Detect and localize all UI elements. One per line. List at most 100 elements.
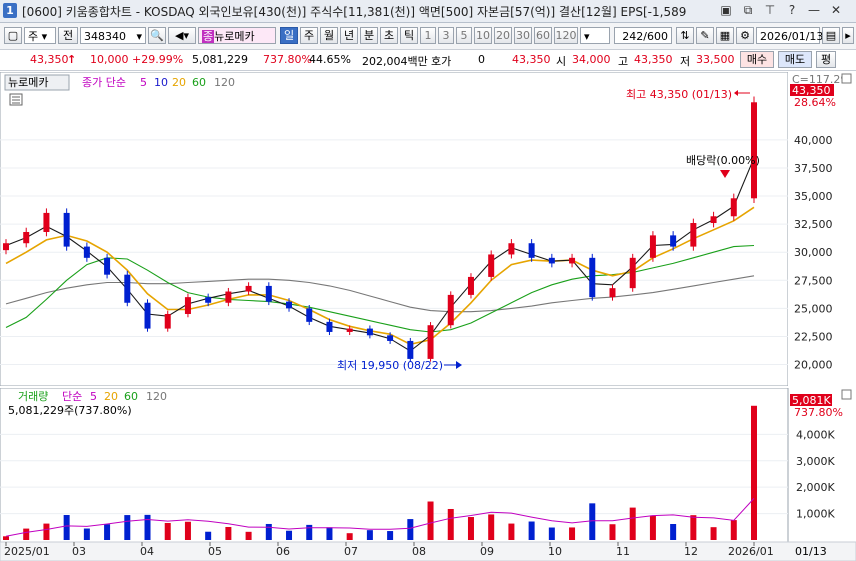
candle-body xyxy=(427,325,434,359)
volume-ma120: 120 xyxy=(146,390,167,403)
price-pane-scroll-icon[interactable] xyxy=(841,73,852,84)
volume-bar xyxy=(104,524,111,540)
legend-ma-title: 종가 단순 xyxy=(82,76,126,89)
volume-bar xyxy=(265,523,272,540)
legend-stock-name[interactable]: 뉴로메카 xyxy=(8,76,48,89)
settings-icon[interactable]: ⚙ xyxy=(736,27,754,44)
candle-body xyxy=(205,297,212,303)
volume-bar xyxy=(488,514,495,540)
average-button[interactable]: 평 xyxy=(816,51,836,68)
candle-body xyxy=(589,257,596,298)
candle-body xyxy=(730,198,737,217)
market-select[interactable]: 주 ▾ xyxy=(24,27,56,44)
date-field[interactable]: 2026/01/13 xyxy=(756,27,823,44)
help-icon[interactable]: ? xyxy=(784,3,800,18)
grid-icon[interactable]: ▦ xyxy=(716,27,734,44)
volume-bar xyxy=(124,515,131,540)
candle-body xyxy=(366,328,373,336)
interval-1[interactable]: 1 xyxy=(420,27,436,44)
data-count-field[interactable]: 242/600 xyxy=(614,27,672,44)
close-icon[interactable]: ✕ xyxy=(828,3,844,18)
candle-body xyxy=(407,340,414,359)
volume-bar xyxy=(43,523,50,540)
volume-bar xyxy=(23,528,30,540)
volume-ma60: 60 xyxy=(124,390,138,403)
high-label: 고 xyxy=(618,55,629,68)
stock-badge: 종 xyxy=(202,30,215,43)
period-day-tab[interactable]: 일 xyxy=(280,27,298,44)
calendar-icon[interactable]: ▤ xyxy=(822,27,840,44)
interval-30[interactable]: 30 xyxy=(514,27,532,44)
interval-120[interactable]: 120 xyxy=(554,27,578,44)
indicator-icon[interactable]: ⇅ xyxy=(676,27,694,44)
period-tick-tab[interactable]: 틱 xyxy=(400,27,418,44)
date-axis-tick: 11 xyxy=(616,545,630,558)
price-chart[interactable]: 40,000 37,500 35,000 32,500 30,000 27,500 25,0… xyxy=(0,72,856,386)
volume-ma-title: 단순 xyxy=(62,390,82,403)
date-axis-tick: 10 xyxy=(548,545,562,558)
volume-bar xyxy=(387,531,394,540)
volume-chart[interactable]: 4,000K3,000K2,000K1,000K 거래량 단순 5 20 60 … xyxy=(0,388,856,561)
dropdown-toggle-icon[interactable]: ▢ xyxy=(4,27,22,44)
high-price: 43,350 xyxy=(634,53,673,66)
prev-button[interactable]: 전 xyxy=(58,27,78,44)
interval-5[interactable]: 5 xyxy=(456,27,472,44)
period-year-tab[interactable]: 년 xyxy=(340,27,358,44)
quote-bar: 43,350 ↑ 10,000 +29.99% 5,081,229 737.80… xyxy=(0,50,856,71)
pin-icon[interactable]: ⊤ xyxy=(762,3,778,18)
price-axis: 40,000 37,500 35,000 32,500 30,000 27,500 25,0… xyxy=(794,134,833,372)
volume-bar xyxy=(306,524,313,540)
volume-axis-tick: 1,000K xyxy=(796,508,835,521)
sound-icon[interactable]: ◀▾ xyxy=(168,27,196,44)
candle-body xyxy=(508,243,515,255)
volume-bar xyxy=(184,521,191,540)
volume-bar xyxy=(3,536,9,540)
price-tag-pct: 28.64% xyxy=(794,96,836,109)
volume-bar xyxy=(245,531,252,540)
more-icon[interactable]: ▸ xyxy=(842,27,854,44)
sell-button[interactable]: 매도 xyxy=(778,51,812,68)
restore-icon[interactable]: ⧉ xyxy=(740,3,756,18)
period-minute-tab[interactable]: 분 xyxy=(360,27,378,44)
volume-bar xyxy=(751,405,757,540)
stock-code-input[interactable]: 348340 ▾ xyxy=(80,27,146,44)
search-icon[interactable]: 🔍 xyxy=(148,27,166,44)
minimize-icon[interactable]: — xyxy=(806,3,822,18)
volume-axis-tick: 2,000K xyxy=(796,481,835,494)
hoga-price: 43,350 xyxy=(512,53,551,66)
tool-icon[interactable]: ✎ xyxy=(696,27,714,44)
interval-3[interactable]: 3 xyxy=(438,27,454,44)
interval-10[interactable]: 10 xyxy=(474,27,492,44)
candle-body xyxy=(609,288,616,298)
candle-body xyxy=(690,223,697,247)
volume-bar xyxy=(690,515,697,540)
period-month-tab[interactable]: 월 xyxy=(320,27,338,44)
data-count-value: 242 xyxy=(622,30,644,43)
volume-pane-scroll-icon[interactable] xyxy=(841,389,852,400)
candle-body xyxy=(528,243,535,258)
candle-body xyxy=(184,297,191,314)
volume-value: 5,081,229주(737.80%) xyxy=(8,404,132,417)
candle-body xyxy=(649,235,656,258)
candle-body xyxy=(23,232,30,244)
stock-code-value: 348340 xyxy=(84,30,126,43)
interval-custom-select[interactable]: ▾ xyxy=(580,27,610,44)
turnover-ratio: 44.65% xyxy=(309,53,351,66)
save-icon[interactable]: ▣ xyxy=(718,3,734,18)
interval-60[interactable]: 60 xyxy=(534,27,552,44)
stock-name-field[interactable]: 종뉴로메카 xyxy=(198,27,276,44)
date-axis-tick: 05 xyxy=(208,545,222,558)
date-axis-tick: 07 xyxy=(344,545,358,558)
period-second-tab[interactable]: 초 xyxy=(380,27,398,44)
stock-name: 뉴로메카 xyxy=(214,30,255,43)
date-axis-tick: 08 xyxy=(412,545,426,558)
period-week-tab[interactable]: 주 xyxy=(300,27,318,44)
low-price: 33,500 xyxy=(696,53,735,66)
interval-20[interactable]: 20 xyxy=(494,27,512,44)
date-axis-tick: 2025/01 xyxy=(4,545,50,558)
price-axis-tick: 20,000 xyxy=(794,359,833,372)
price-axis-tick: 37,500 xyxy=(794,162,833,175)
date-axis-tick: 04 xyxy=(140,545,154,558)
buy-button[interactable]: 매수 xyxy=(740,51,774,68)
volume-bar xyxy=(649,515,656,540)
